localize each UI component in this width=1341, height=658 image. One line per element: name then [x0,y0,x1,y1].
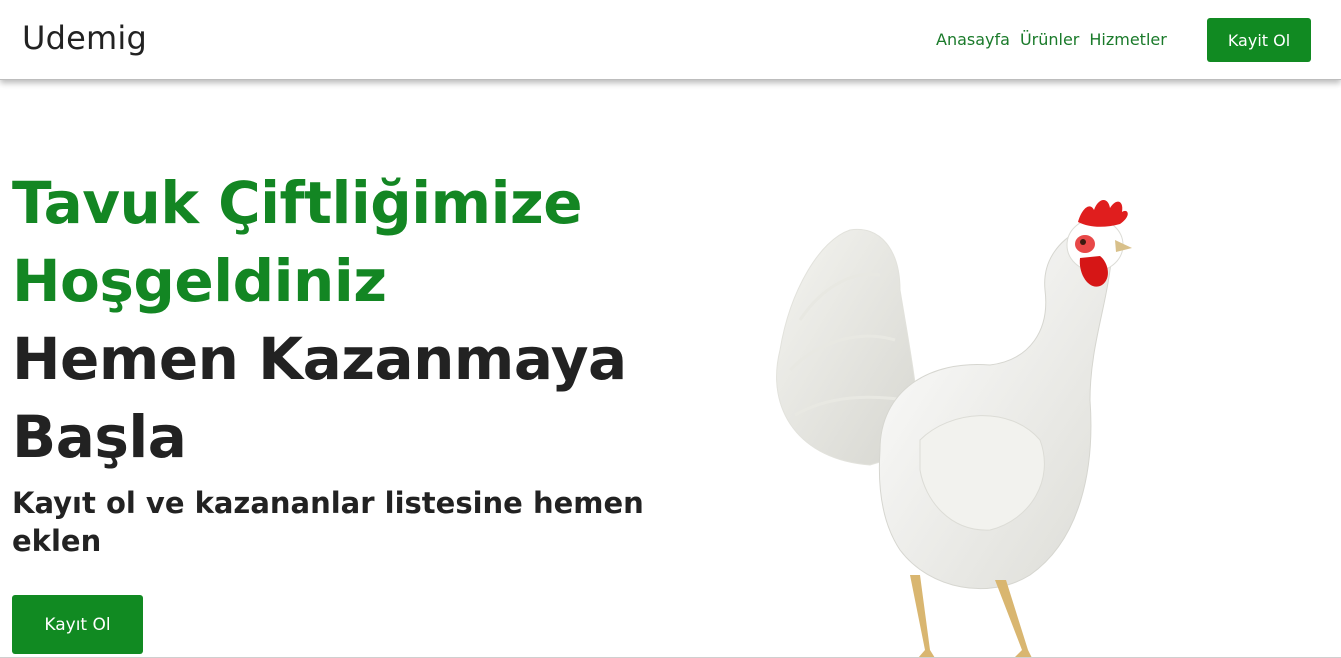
hero-subtitle: Kayıt ol ve kazananlar listesine hemen e… [12,486,644,558]
brand-logo[interactable]: Udemig [22,19,147,57]
headline-green-line-1: Tavuk Çiftliğimize [12,169,583,237]
hero-headline: Tavuk Çiftliğimize Hoşgeldiniz Hemen Kaz… [12,164,692,476]
hero-section: Tavuk Çiftliğimize Hoşgeldiniz Hemen Kaz… [0,80,1341,658]
hero-text: Tavuk Çiftliğimize Hoşgeldiniz Hemen Kaz… [12,164,692,560]
nav-link-urunler[interactable]: Ürünler [1020,30,1079,49]
hero-signup-button[interactable]: Kayıt Ol [12,595,143,654]
navbar: Udemig Anasayfa Ürünler Hizmetler Kayit … [0,0,1341,80]
headline-dark-line-1: Hemen Kazanmaya [12,325,627,393]
nav-link-hizmetler[interactable]: Hizmetler [1089,30,1166,49]
headline-dark-line-2: Başla [12,403,187,471]
headline-green-line-2: Hoşgeldiniz [12,247,387,315]
signup-button[interactable]: Kayit Ol [1207,18,1311,62]
white-hen-icon [776,199,1132,658]
nav-link-anasayfa[interactable]: Anasayfa [936,30,1010,49]
nav-links: Anasayfa Ürünler Hizmetler [936,30,1167,49]
